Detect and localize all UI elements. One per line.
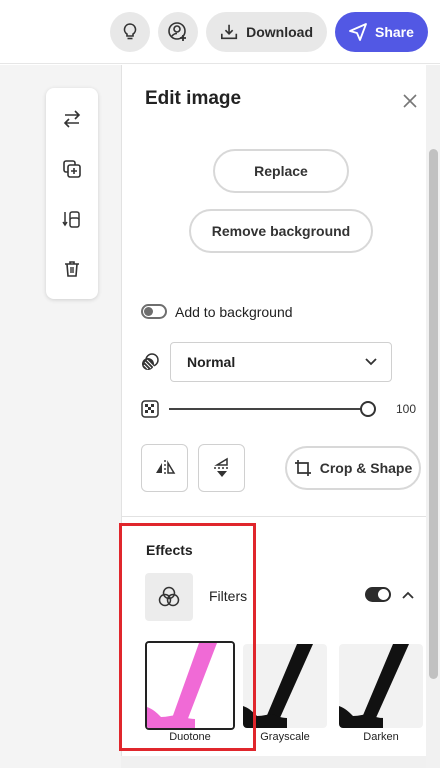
replace-button[interactable]: Replace [213, 149, 349, 193]
add-to-background-label: Add to background [175, 304, 293, 320]
chevron-down-icon [365, 358, 377, 366]
opacity-value: 100 [396, 402, 417, 416]
blend-mode-select[interactable]: Normal [170, 342, 392, 382]
close-icon[interactable] [402, 93, 418, 109]
lightbulb-icon [123, 23, 137, 40]
opacity-slider-track[interactable] [169, 408, 361, 410]
panel-title: Edit image [145, 88, 242, 109]
blend-mode-value: Normal [187, 354, 236, 370]
download-label: Download [246, 24, 313, 40]
top-bar: Download Share [0, 0, 440, 64]
trash-icon [65, 261, 79, 277]
blend-mode-icon [142, 353, 159, 370]
flip-vertical-icon [213, 457, 230, 477]
crop-icon [294, 460, 311, 476]
filter-label-darken: Darken [363, 731, 399, 743]
section-divider [121, 516, 426, 517]
filter-thumbnail-darken[interactable] [339, 644, 423, 728]
panel-scrollbar[interactable] [426, 65, 440, 768]
opacity-icon [141, 400, 159, 418]
delete-tool-button[interactable] [59, 256, 85, 282]
swap-icon [63, 110, 81, 128]
duplicate-tool-button[interactable] [59, 156, 85, 182]
opacity-slider-thumb[interactable] [360, 401, 376, 417]
highlight-box [119, 523, 256, 751]
chevron-up-icon[interactable] [402, 590, 414, 600]
layers-icon [62, 211, 80, 228]
add-to-background-toggle[interactable] [141, 304, 167, 319]
panel-bottom-strip [121, 756, 426, 768]
swap-tool-button[interactable] [59, 106, 85, 132]
arrange-tool-button[interactable] [59, 206, 85, 232]
crop-label: Crop & Shape [319, 460, 413, 476]
flip-horizontal-icon [155, 460, 175, 476]
download-icon [220, 24, 238, 40]
floating-toolbox [46, 88, 98, 299]
remove-background-button[interactable]: Remove background [189, 209, 373, 253]
darken-preview-image [339, 644, 423, 728]
download-button[interactable]: Download [206, 12, 327, 52]
flip-horizontal-button[interactable] [141, 444, 188, 492]
invite-button[interactable] [158, 12, 198, 52]
crop-and-shape-button[interactable]: Crop & Shape [285, 446, 421, 490]
duplicate-icon [63, 160, 81, 178]
add-user-icon [168, 22, 186, 41]
share-label: Share [375, 24, 414, 40]
scrollbar-thumb[interactable] [429, 149, 438, 679]
idea-button[interactable] [110, 12, 150, 52]
filters-toggle[interactable] [365, 587, 391, 602]
flip-vertical-button[interactable] [198, 444, 245, 492]
share-button[interactable]: Share [335, 12, 428, 52]
share-send-icon [349, 23, 367, 41]
